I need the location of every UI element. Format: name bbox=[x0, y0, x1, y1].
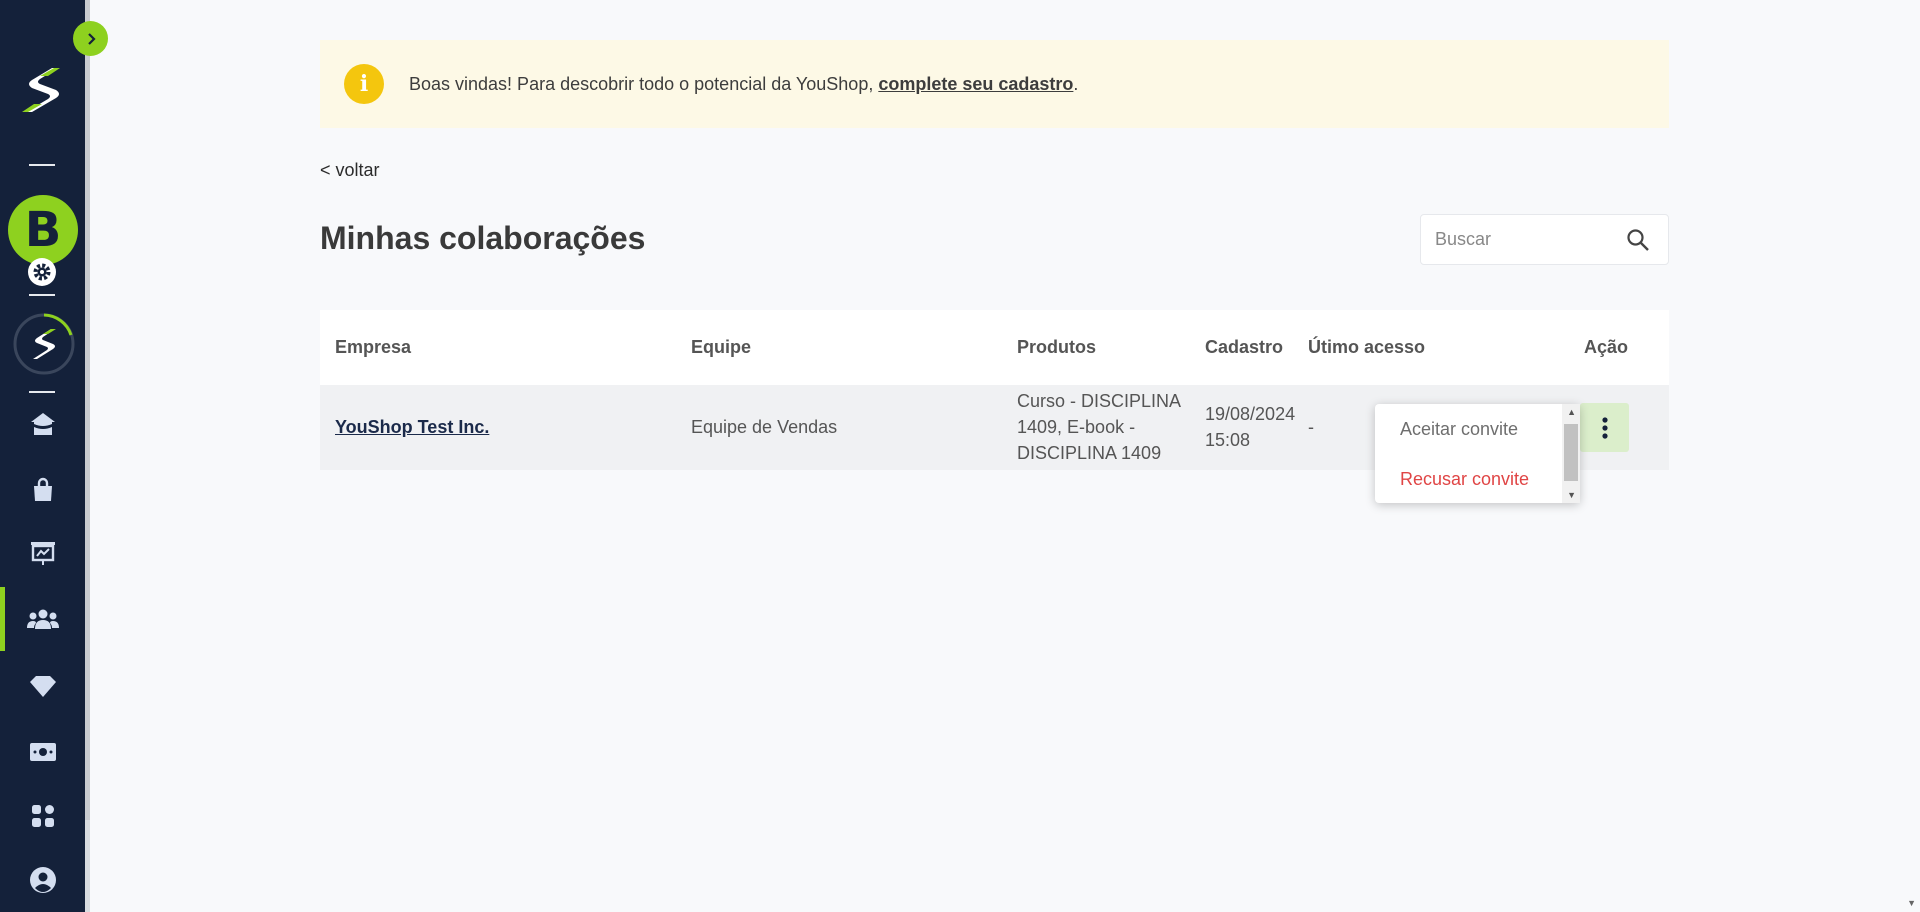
sidebar-divider bbox=[29, 391, 55, 393]
registered-cell: 19/08/2024 15:08 bbox=[1205, 401, 1295, 453]
youshop-logo-icon[interactable] bbox=[18, 64, 66, 116]
sidebar-toggle-button[interactable] bbox=[73, 21, 108, 56]
column-header-last-access: Útimo acesso bbox=[1308, 337, 1426, 357]
company-link[interactable]: YouShop Test Inc. bbox=[335, 417, 489, 437]
sidebar-item-home[interactable] bbox=[0, 398, 85, 450]
column-header-products: Produtos bbox=[1017, 337, 1096, 357]
registered-date: 19/08/2024 bbox=[1205, 404, 1296, 424]
dollar-bill-icon bbox=[29, 743, 56, 761]
row-actions-menu: Aceitar convite Recusar convite ▲ ▼ bbox=[1375, 404, 1580, 503]
products-cell: Curso - DISCIPLINA 1409, E-book - DISCIP… bbox=[1017, 388, 1181, 466]
presentation-chart-icon bbox=[30, 542, 55, 565]
row-actions-button[interactable] bbox=[1580, 403, 1629, 452]
scroll-down-arrow-icon[interactable]: ▼ bbox=[1567, 490, 1576, 500]
column-header-action: Ação bbox=[1584, 337, 1629, 357]
sidebar-item-finance[interactable] bbox=[0, 726, 85, 778]
apps-grid-icon bbox=[31, 805, 54, 827]
accept-invite-menu-item[interactable]: Aceitar convite bbox=[1400, 419, 1518, 440]
shopping-bag-icon bbox=[33, 477, 52, 501]
registered-time: 15:08 bbox=[1205, 430, 1251, 450]
sidebar-item-reports[interactable] bbox=[0, 527, 85, 579]
sidebar-divider bbox=[29, 164, 55, 166]
users-group-icon bbox=[26, 609, 59, 629]
avatar[interactable]: B bbox=[8, 195, 78, 265]
sidebar-item-premium[interactable] bbox=[0, 660, 85, 712]
page-scroll-down-arrow-icon[interactable]: ▼ bbox=[1907, 898, 1916, 908]
sidebar-item-apps[interactable] bbox=[0, 790, 85, 842]
column-header-team: Equipe bbox=[691, 337, 752, 357]
info-icon: i bbox=[344, 64, 384, 104]
notice-text: Boas vindas! Para descobrir todo o poten… bbox=[409, 73, 879, 94]
user-account-icon bbox=[29, 867, 56, 893]
products-line: DISCIPLINA 1409 bbox=[1017, 443, 1162, 463]
column-header-company: Empresa bbox=[335, 337, 412, 357]
search-box bbox=[1420, 214, 1669, 265]
reject-invite-menu-item[interactable]: Recusar convite bbox=[1400, 469, 1529, 490]
welcome-notice: i Boas vindas! Para descobrir todo o pot… bbox=[320, 40, 1669, 128]
gear-icon[interactable] bbox=[28, 258, 56, 286]
sidebar: B bbox=[0, 0, 85, 912]
progress-ring-logo-icon[interactable] bbox=[11, 311, 77, 377]
back-link[interactable]: < voltar bbox=[320, 160, 380, 181]
more-vertical-icon bbox=[1601, 416, 1608, 439]
last-access-cell: - bbox=[1308, 417, 1314, 437]
products-line: Curso - DISCIPLINA bbox=[1017, 391, 1182, 411]
chevron-right-icon bbox=[87, 32, 96, 45]
sidebar-item-collaborations[interactable] bbox=[0, 587, 85, 651]
sidebar-scrollbar-thumb[interactable] bbox=[85, 0, 90, 820]
sidebar-item-products[interactable] bbox=[0, 464, 85, 516]
products-line: 1409, E-book - bbox=[1017, 417, 1136, 437]
notice-suffix: . bbox=[1073, 73, 1079, 94]
table-header: Empresa Equipe Produtos Cadastro Útimo a… bbox=[320, 310, 1669, 385]
menu-scrollbar-thumb[interactable] bbox=[1564, 424, 1578, 481]
search-input[interactable] bbox=[1435, 229, 1615, 250]
page-title: Minhas colaborações bbox=[320, 220, 646, 256]
company-cell: YouShop Test Inc. bbox=[335, 414, 489, 440]
team-cell: Equipe de Vendas bbox=[691, 417, 838, 437]
complete-registration-link[interactable]: complete seu cadastro bbox=[878, 74, 1073, 94]
sidebar-item-account[interactable] bbox=[0, 854, 85, 906]
column-header-registered: Cadastro bbox=[1205, 337, 1284, 357]
notice-message: Boas vindas! Para descobrir todo o poten… bbox=[409, 74, 1078, 95]
scroll-up-arrow-icon[interactable]: ▲ bbox=[1567, 407, 1576, 417]
sidebar-divider bbox=[29, 294, 55, 296]
search-icon[interactable] bbox=[1626, 228, 1650, 252]
home-icon bbox=[30, 413, 55, 435]
diamond-icon bbox=[29, 676, 56, 697]
